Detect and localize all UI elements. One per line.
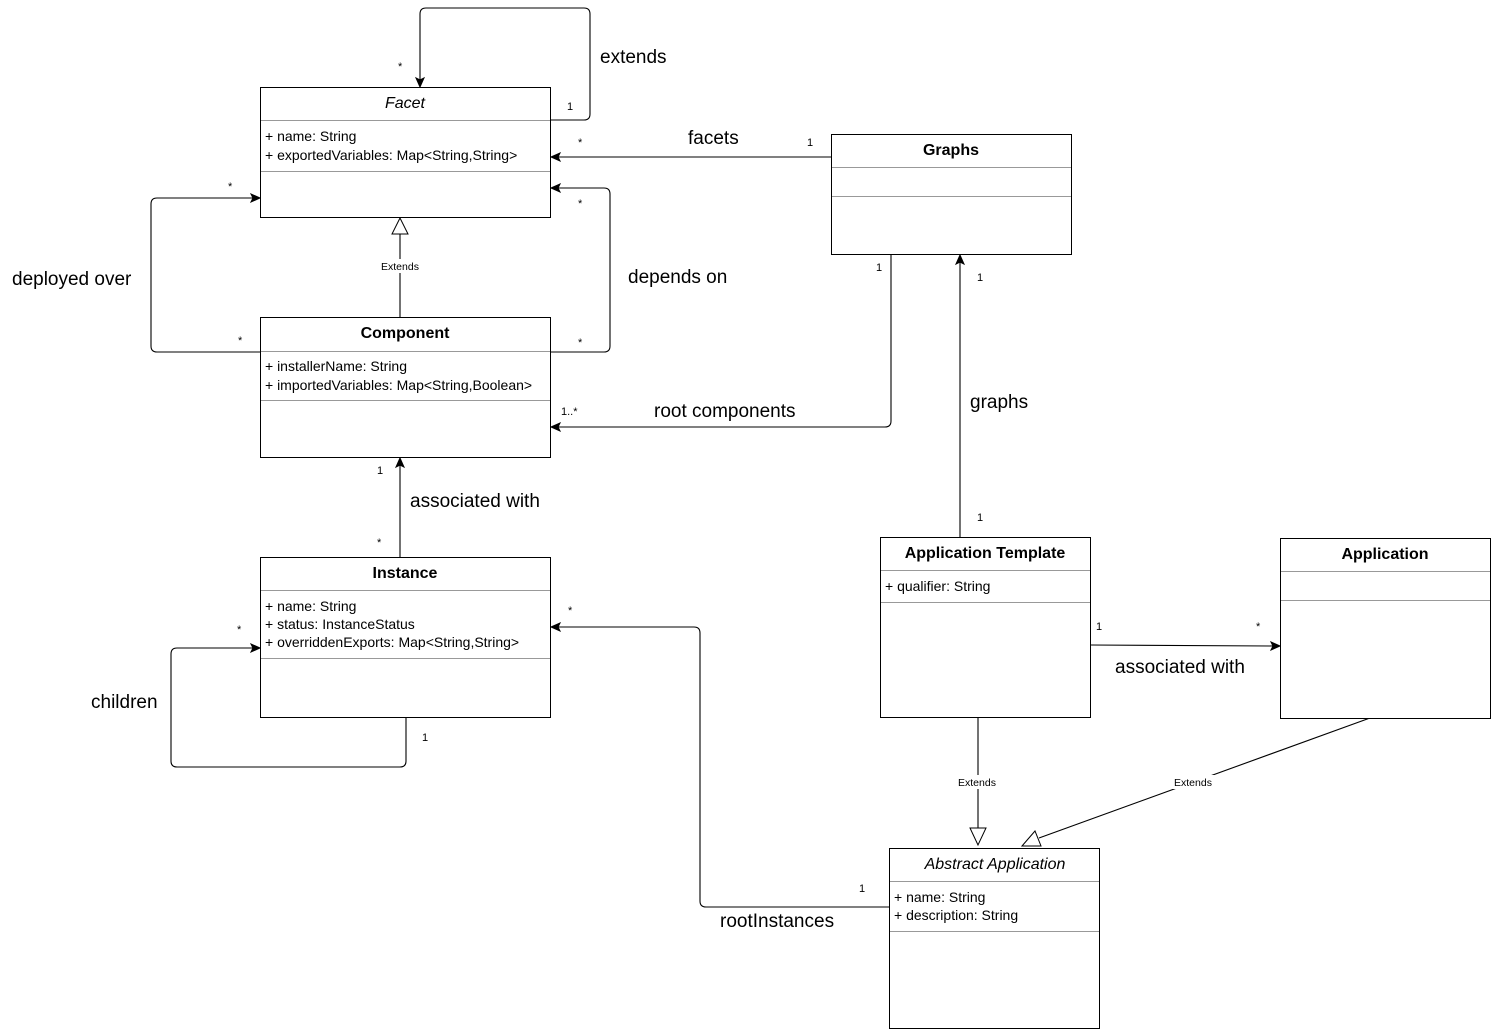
edge-facets[interactable]	[549, 151, 832, 163]
edge-label-root-instances: rootInstances	[720, 911, 834, 932]
mult-root-instances-target: *	[568, 605, 573, 617]
mult-graphs-target: 1	[977, 272, 983, 284]
mult-root-components-target: 1..*	[561, 406, 578, 418]
class-attribute: + name: String	[894, 889, 985, 905]
edge-label-instance-component: associated with	[410, 491, 540, 512]
edge-label-depends-on: depends on	[628, 267, 727, 288]
edge-label-root-components: root components	[654, 401, 796, 422]
edge-label-children: children	[91, 692, 158, 713]
generalization-arrow-icon	[969, 827, 987, 847]
mult-facets-target: *	[578, 137, 583, 149]
class-component[interactable]: Component + installerName: String + impo…	[260, 317, 551, 458]
class-attribute: + status: InstanceStatus	[265, 616, 415, 632]
class-attribute: + qualifier: String	[885, 578, 990, 594]
edge-deployed-over[interactable]	[150, 192, 262, 353]
edge-label-extends: extends	[600, 47, 667, 68]
edge-label-application-extends: Extends	[1174, 777, 1212, 789]
mult-graphs-source: 1	[977, 512, 983, 524]
mult-children-source: 1	[422, 732, 428, 744]
edge-label-deployed-over: deployed over	[12, 269, 132, 290]
mult-extends-target: *	[398, 61, 403, 73]
class-attribute: + exportedVariables: Map<String,String>	[265, 147, 517, 163]
class-facet[interactable]: Facet + name: String + exportedVariables…	[260, 87, 551, 218]
class-name: Instance	[373, 565, 438, 582]
generalization-arrow-icon	[391, 216, 409, 235]
mult-template-application-target: *	[1256, 621, 1261, 633]
mult-deployed-source: *	[238, 335, 243, 347]
class-attribute: + name: String	[265, 598, 356, 614]
edge-template-application[interactable]	[1089, 640, 1282, 652]
class-name: Application Template	[905, 545, 1066, 562]
class-attribute: + importedVariables: Map<String,Boolean>	[265, 377, 532, 393]
mult-children-target: *	[237, 624, 242, 636]
class-name: Application	[1341, 546, 1428, 563]
class-attribute: + description: String	[894, 907, 1018, 923]
edge-instance-component[interactable]	[394, 456, 406, 557]
class-name: Abstract Application	[924, 856, 1066, 873]
uml-class-diagram: extends 1 * facets 1 * deployed over * *…	[12, 7, 1491, 1029]
mult-root-components-source: 1	[876, 262, 882, 274]
edge-label-component-extends: Extends	[381, 261, 419, 273]
class-abstract-application[interactable]: Abstract Application + name: String + de…	[889, 848, 1100, 1029]
edge-root-instances[interactable]	[549, 621, 889, 908]
class-name: Component	[361, 325, 451, 342]
class-instance[interactable]: Instance + name: String + status: Instan…	[260, 557, 551, 718]
mult-depends-target: *	[578, 198, 583, 210]
class-application-template[interactable]: Application Template + qualifier: String	[880, 537, 1091, 718]
edge-graphs[interactable]	[954, 253, 966, 537]
class-attribute: + installerName: String	[265, 358, 407, 374]
class-attribute: + name: String	[265, 128, 356, 144]
mult-extends-source: 1	[567, 101, 573, 113]
class-name: Graphs	[923, 142, 979, 159]
mult-root-instances-source: 1	[859, 883, 865, 895]
mult-instance-component-target: 1	[377, 465, 383, 477]
edge-label-template-application: associated with	[1115, 657, 1245, 678]
class-name: Facet	[385, 95, 426, 112]
class-application[interactable]: Application	[1280, 538, 1491, 719]
class-attribute: + overriddenExports: Map<String,String>	[265, 634, 519, 650]
generalization-arrow-icon	[1020, 830, 1042, 847]
mult-depends-source: *	[578, 337, 583, 349]
edge-label-template-extends: Extends	[958, 777, 996, 789]
mult-deployed-target: *	[228, 181, 233, 193]
mult-facets-source: 1	[807, 137, 813, 149]
mult-template-application-source: 1	[1096, 621, 1102, 633]
mult-instance-component-source: *	[377, 537, 382, 549]
edge-label-graphs: graphs	[970, 392, 1028, 413]
class-graphs[interactable]: Graphs	[831, 134, 1072, 255]
edge-label-facets: facets	[688, 128, 739, 149]
